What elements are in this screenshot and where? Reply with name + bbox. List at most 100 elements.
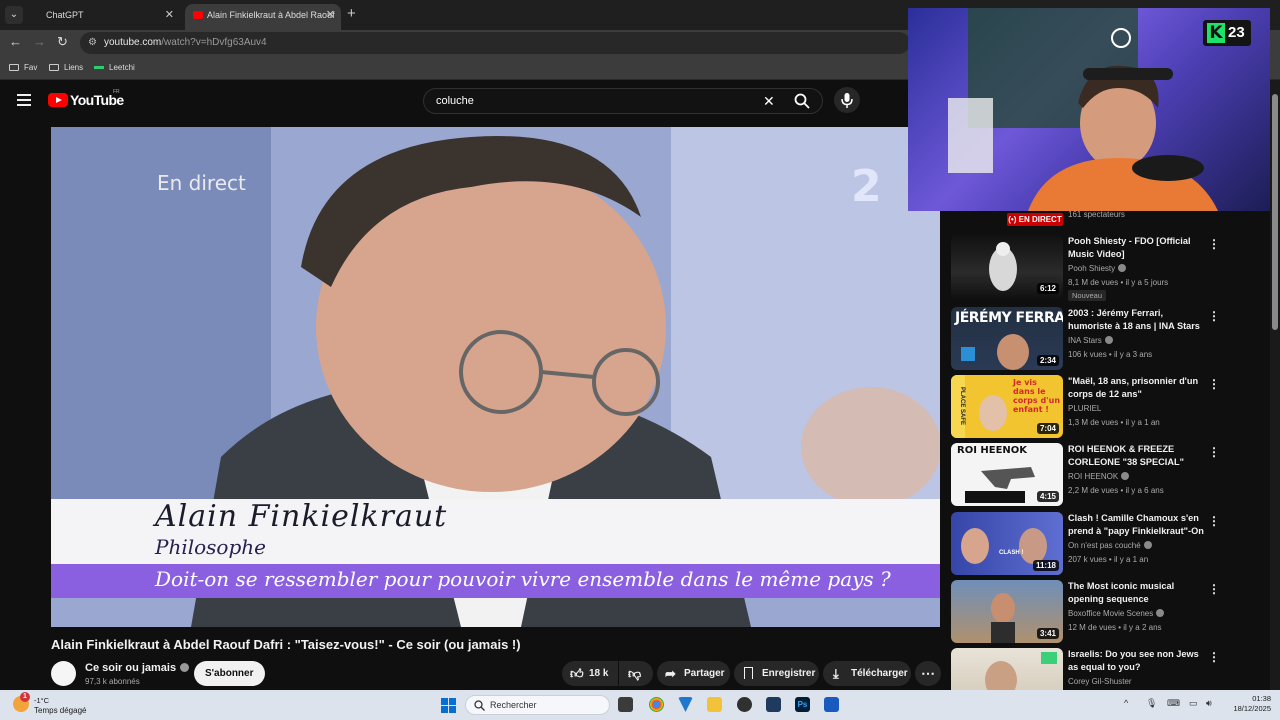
tab-list-button[interactable]: ⌄ <box>5 6 23 24</box>
weather-description[interactable]: Temps dégagé <box>34 706 86 715</box>
channel-name[interactable]: PLURIEL <box>1068 404 1101 413</box>
verified-icon <box>1104 336 1113 344</box>
close-tab-icon[interactable]: ✕ <box>165 4 174 26</box>
address-bar[interactable]: ⚙ youtube.com/watch?v=hDvfg63Auv4 <box>80 32 910 54</box>
save-button[interactable]: Enregistrer <box>734 661 819 686</box>
duration-badge: 4:15 <box>1036 491 1059 502</box>
back-arrow-icon[interactable]: ← <box>9 34 22 49</box>
search-input[interactable]: coluche ✕ <box>423 88 823 114</box>
url-host: youtube.com <box>104 37 162 48</box>
new-badge: Nouveau <box>1068 290 1107 301</box>
video-title[interactable]: ROI HEENOK & FREEZE CORLEONE "38 SPECIAL… <box>1068 443 1208 469</box>
recommendation-item[interactable]: JÉRÉMY FERRARI 2:34 2003 : Jérémy Ferrar… <box>950 307 1268 371</box>
reload-icon[interactable]: ↻ <box>57 34 68 50</box>
channel-name[interactable]: Corey Gil-Shuster <box>1068 677 1132 686</box>
subscribe-button[interactable]: S'abonner <box>194 661 265 686</box>
video-thumbnail[interactable]: PLACE SAFE Je vis dans le corps d'un enf… <box>951 375 1063 438</box>
microphone-icon[interactable]: 🎙︎ <box>1146 698 1157 709</box>
more-options-icon[interactable]: ⋮ <box>1208 309 1220 323</box>
video-thumbnail[interactable]: JÉRÉMY FERRARI 2:34 <box>951 307 1063 370</box>
bookmark-leetchi[interactable]: Leetchi <box>94 63 135 72</box>
channel-name[interactable]: INA Stars <box>1068 336 1113 345</box>
channel-name[interactable]: On n'est pas couché <box>1068 541 1152 550</box>
bookmark-liens[interactable]: Liens <box>49 63 83 72</box>
video-title[interactable]: "Maël, 18 ans, prisonnier d'un corps de … <box>1068 375 1208 401</box>
more-actions-button[interactable]: ⋯ <box>915 661 941 686</box>
video-thumbnail[interactable]: 6:12 <box>951 235 1063 298</box>
vpn-app-icon[interactable] <box>678 697 693 712</box>
channel-avatar[interactable] <box>51 661 76 686</box>
voice-search-mic-icon[interactable] <box>834 87 860 113</box>
video-title-heading: Alain Finkielkraut à Abdel Raouf Dafri :… <box>51 637 521 652</box>
video-thumbnail[interactable]: CLASH ! 11:18 <box>951 512 1063 575</box>
app-icon[interactable] <box>766 697 781 712</box>
video-title[interactable]: 2003 : Jérémy Ferrari, humoriste à 18 an… <box>1068 307 1208 333</box>
more-options-icon[interactable]: ⋮ <box>1208 237 1220 251</box>
video-thumbnail[interactable] <box>951 648 1063 691</box>
word-icon[interactable] <box>824 697 839 712</box>
page-scrollbar[interactable] <box>1270 80 1280 690</box>
thumbs-down-icon: 👎︎ <box>628 666 642 681</box>
photoshop-icon[interactable]: Ps <box>795 697 810 712</box>
recommendation-item[interactable]: ROI HEENOK 4:15 ROI HEENOK & FREEZE CORL… <box>950 443 1268 507</box>
start-windows-icon[interactable] <box>441 698 456 713</box>
video-title[interactable]: Israelis: Do you see non Jews as equal t… <box>1068 648 1208 674</box>
like-button[interactable]: 👍︎ 18 k <box>562 661 618 686</box>
task-view-icon[interactable] <box>618 697 633 712</box>
kick-logo-icon: K <box>1207 23 1225 43</box>
live-recommendation[interactable]: (•) EN DIRECT 161 spectateurs <box>950 211 1268 231</box>
clear-search-icon[interactable]: ✕ <box>763 93 775 110</box>
chrome-icon[interactable] <box>649 697 664 712</box>
bookmark-fav[interactable]: Fav <box>9 63 37 72</box>
network-icon[interactable]: ▭ <box>1189 698 1198 709</box>
more-options-icon[interactable]: ⋮ <box>1208 514 1220 528</box>
duration-badge: 3:41 <box>1036 628 1059 639</box>
save-label: Enregistrer <box>762 668 816 679</box>
obs-icon[interactable] <box>737 697 752 712</box>
taskbar-search[interactable]: Rechercher <box>465 695 610 715</box>
channel-name[interactable]: ROI HEENOK <box>1068 472 1130 481</box>
more-options-icon[interactable]: ⋮ <box>1208 582 1220 596</box>
share-button[interactable]: ➦ Partager <box>657 661 730 686</box>
search-icon[interactable] <box>794 93 810 109</box>
duration-badge: 2:34 <box>1036 355 1059 366</box>
video-title[interactable]: The Most iconic musical opening sequence <box>1068 580 1208 606</box>
channel-name[interactable]: Boxoffice Movie Scenes <box>1068 609 1165 618</box>
duration-badge: 11:18 <box>1032 560 1059 571</box>
volume-icon[interactable]: 🔊︎ <box>1206 698 1212 709</box>
video-player[interactable]: En direct 2 Alain Finkielkraut Philosoph… <box>51 127 940 627</box>
file-explorer-icon[interactable] <box>707 697 722 712</box>
scrollbar-thumb[interactable] <box>1272 94 1278 330</box>
keyboard-icon[interactable]: ⌨ <box>1167 698 1180 709</box>
recommendation-item[interactable]: Israelis: Do you see non Jews as equal t… <box>950 648 1268 691</box>
more-options-icon[interactable]: ⋮ <box>1208 377 1220 391</box>
tab-label: Alain Finkielkraut à Abdel Raouf <box>207 10 335 20</box>
search-value: coluche <box>436 95 474 107</box>
video-title[interactable]: Clash ! Camille Chamoux s'en prend à "pa… <box>1068 512 1208 539</box>
download-button[interactable]: ⤓ Télécharger <box>823 661 911 686</box>
recommendation-item[interactable]: PLACE SAFE Je vis dans le corps d'un enf… <box>950 375 1268 439</box>
tab-youtube-video[interactable]: Alain Finkielkraut à Abdel Raouf ✕ <box>185 4 341 30</box>
channel-name[interactable]: Pooh Shiesty <box>1068 264 1127 273</box>
new-tab-button[interactable]: + <box>347 5 356 22</box>
recommendation-item[interactable]: 3:41 The Most iconic musical opening seq… <box>950 580 1268 644</box>
tray-overflow-icon[interactable]: ^ <box>1124 698 1128 708</box>
recommendation-item[interactable]: CLASH ! 11:18 Clash ! Camille Chamoux s'… <box>950 512 1268 576</box>
menu-icon[interactable] <box>17 94 31 109</box>
youtube-play-icon <box>48 93 68 107</box>
weather-temperature[interactable]: -1°C <box>34 696 49 705</box>
system-clock[interactable]: 01:38 18/12/2025 <box>1221 694 1271 714</box>
video-title[interactable]: Pooh Shiesty - FDO [Official Music Video… <box>1068 235 1208 261</box>
more-options-icon[interactable]: ⋮ <box>1208 445 1220 459</box>
site-info-icon[interactable]: ⚙ <box>88 32 97 54</box>
video-thumbnail[interactable]: 3:41 <box>951 580 1063 643</box>
more-options-icon[interactable]: ⋮ <box>1208 650 1220 664</box>
folder-icon <box>49 64 59 71</box>
close-tab-icon[interactable]: ✕ <box>326 4 335 26</box>
forward-arrow-icon[interactable]: → <box>33 34 46 49</box>
video-thumbnail[interactable]: ROI HEENOK 4:15 <box>951 443 1063 506</box>
recommendation-item[interactable]: 6:12 Pooh Shiesty - FDO [Official Music … <box>950 235 1268 301</box>
dislike-button[interactable]: 👎︎ <box>619 661 653 686</box>
tab-chatgpt[interactable]: ChatGPT ✕ <box>36 4 180 30</box>
channel-name-link[interactable]: Ce soir ou jamais <box>85 662 190 674</box>
